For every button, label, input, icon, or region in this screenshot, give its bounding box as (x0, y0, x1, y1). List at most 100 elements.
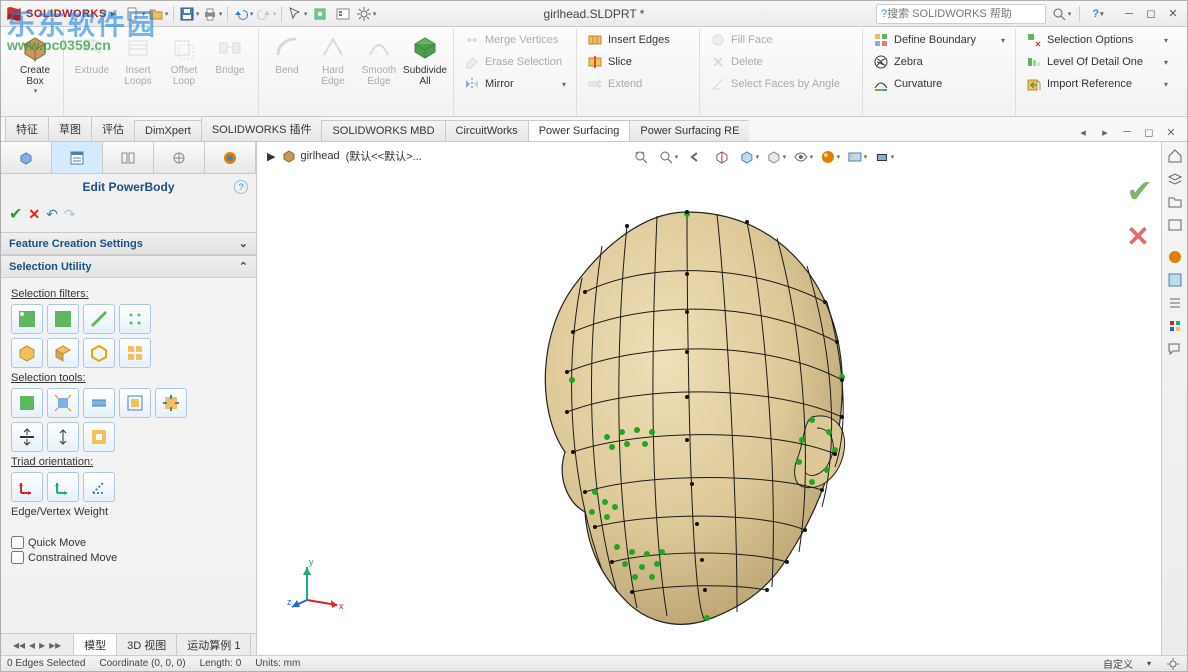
insert-edges-button[interactable]: Insert Edges (583, 29, 693, 51)
rebuild-button[interactable] (309, 3, 331, 25)
lp-tab-feature-tree[interactable] (1, 142, 52, 173)
pm-cancel-button[interactable]: ✕ (28, 206, 40, 223)
tab-power-surfacing[interactable]: Power Surfacing (528, 120, 630, 141)
filter-body-button[interactable] (47, 338, 79, 368)
viewport-restore-button[interactable]: ◻ (1139, 123, 1159, 141)
filter-loop-button[interactable] (83, 338, 115, 368)
rr-custom-icon[interactable] (1165, 316, 1185, 336)
window-restore-button[interactable]: ◻ (1141, 5, 1161, 23)
pm-undo-button[interactable]: ↶ (46, 206, 58, 223)
import-reference-button[interactable]: Import Reference▾ (1022, 73, 1172, 95)
seltool-invert-button[interactable] (83, 422, 115, 452)
rr-list-icon[interactable] (1165, 293, 1185, 313)
mirror-button[interactable]: Mirror▾ (460, 73, 570, 95)
rr-appearance-icon[interactable] (1165, 247, 1185, 267)
breadcrumb-arrow-icon[interactable]: ▶ (267, 150, 275, 163)
status-gear-icon[interactable] (1165, 656, 1181, 672)
view-tab-3dview[interactable]: 3D 视图 (117, 634, 177, 655)
confirm-cancel-button[interactable]: ✕ (1126, 220, 1153, 253)
seltool-expand-button[interactable] (155, 388, 187, 418)
options-button[interactable] (332, 3, 354, 25)
print-button[interactable]: ▾ (201, 3, 223, 25)
undo-button[interactable]: ▾ (232, 3, 254, 25)
zoom-area-button[interactable]: ▾ (656, 146, 680, 168)
zoom-fit-button[interactable] (629, 146, 653, 168)
subdivide-all-button[interactable]: SubdivideAll (403, 29, 447, 89)
view-tab-motion[interactable]: 运动算例 1 (177, 634, 251, 655)
help-button[interactable]: ?▾ (1087, 3, 1109, 25)
rr-view-icon[interactable] (1165, 215, 1185, 235)
filter-edge-button[interactable] (47, 304, 79, 334)
new-doc-button[interactable]: ▾ (124, 3, 146, 25)
triad-local-button[interactable] (47, 472, 79, 502)
lp-tab-property-manager[interactable] (52, 142, 103, 173)
breadcrumb-part[interactable]: girlhead (281, 148, 339, 164)
pm-redo-button[interactable]: ↷ (64, 206, 76, 223)
seltool-box-button[interactable] (11, 388, 43, 418)
triad-world-button[interactable] (11, 472, 43, 502)
view-tab-nav[interactable]: ◂◂◂▸▸▸ (1, 634, 74, 655)
tab-evaluate[interactable]: 评估 (91, 116, 134, 141)
scene-button[interactable]: ▾ (845, 146, 869, 168)
filter-point-button[interactable] (119, 304, 151, 334)
section-view-button[interactable] (710, 146, 734, 168)
tab-prev-button[interactable]: ◂ (1073, 123, 1093, 141)
seltool-shrink-h-button[interactable] (47, 422, 79, 452)
constrained-move-checkbox[interactable]: Constrained Move (11, 551, 246, 564)
triad-screen-button[interactable] (83, 472, 115, 502)
filter-vertex-button[interactable] (11, 304, 43, 334)
seltool-path-button[interactable] (119, 388, 151, 418)
viewport-minimize-button[interactable]: ─ (1117, 123, 1137, 141)
lp-tab-dimxpert[interactable] (154, 142, 205, 173)
viewport-close-button[interactable]: ✕ (1161, 123, 1181, 141)
slice-button[interactable]: Slice (583, 51, 693, 73)
filter-face-button[interactable] (11, 338, 43, 368)
rr-layers-icon[interactable] (1165, 169, 1185, 189)
rr-home-icon[interactable] (1165, 146, 1185, 166)
filter-line-button[interactable] (83, 304, 115, 334)
zebra-button[interactable]: Zebra (869, 51, 1009, 73)
select-button[interactable]: ▾ (286, 3, 308, 25)
render-button[interactable]: ▾ (872, 146, 896, 168)
open-doc-button[interactable]: ▾ (147, 3, 169, 25)
help-search-input[interactable] (887, 8, 1027, 20)
tab-sw-addins[interactable]: SOLIDWORKS 插件 (201, 116, 322, 141)
rr-decal-icon[interactable] (1165, 270, 1185, 290)
help-search-box[interactable]: ? (876, 4, 1046, 24)
app-menu-caret[interactable]: ▶ (111, 10, 116, 18)
rr-forum-icon[interactable] (1165, 339, 1185, 359)
window-close-button[interactable]: ✕ (1163, 5, 1183, 23)
property-manager-help-button[interactable]: ? (234, 180, 248, 194)
confirm-ok-button[interactable]: ✔ (1126, 172, 1153, 210)
display-style-button[interactable]: ▾ (764, 146, 788, 168)
curvature-button[interactable]: Curvature (869, 73, 1009, 95)
level-of-detail-button[interactable]: Level Of Detail One▾ (1022, 51, 1172, 73)
prev-view-button[interactable] (683, 146, 707, 168)
status-custom[interactable]: 自定义 (1103, 656, 1133, 671)
create-box-button[interactable]: CreateBox▾ (13, 29, 57, 97)
view-orientation-button[interactable]: ▾ (737, 146, 761, 168)
tab-circuitworks[interactable]: CircuitWorks (445, 120, 528, 141)
seltool-ring-button[interactable] (83, 388, 115, 418)
tab-sw-mbd[interactable]: SOLIDWORKS MBD (321, 120, 444, 141)
section-feature-creation[interactable]: Feature Creation Settings⌄ (1, 233, 256, 255)
appearance-button[interactable]: ▾ (818, 146, 842, 168)
save-button[interactable]: ▾ (178, 3, 200, 25)
settings-gear-button[interactable]: ▾ (355, 3, 377, 25)
pm-ok-button[interactable]: ✔ (9, 204, 22, 224)
lp-tab-display[interactable] (205, 142, 256, 173)
tab-next-button[interactable]: ▸ (1095, 123, 1115, 141)
tab-dimxpert[interactable]: DimXpert (134, 120, 201, 141)
seltool-grow-button[interactable] (47, 388, 79, 418)
hide-show-button[interactable]: ▾ (791, 146, 815, 168)
seltool-shrink-v-button[interactable] (11, 422, 43, 452)
lp-tab-config[interactable] (103, 142, 154, 173)
selection-options-button[interactable]: Selection Options▾ (1022, 29, 1172, 51)
filter-grid-button[interactable] (119, 338, 151, 368)
section-selection-utility[interactable]: Selection Utility⌃ (1, 256, 256, 278)
define-boundary-button[interactable]: Define Boundary▾ (869, 29, 1009, 51)
search-scope-button[interactable]: ▾ (1050, 3, 1072, 25)
quick-move-checkbox[interactable]: Quick Move (11, 536, 246, 549)
rr-folder-icon[interactable] (1165, 192, 1185, 212)
window-minimize-button[interactable]: ─ (1119, 5, 1139, 23)
